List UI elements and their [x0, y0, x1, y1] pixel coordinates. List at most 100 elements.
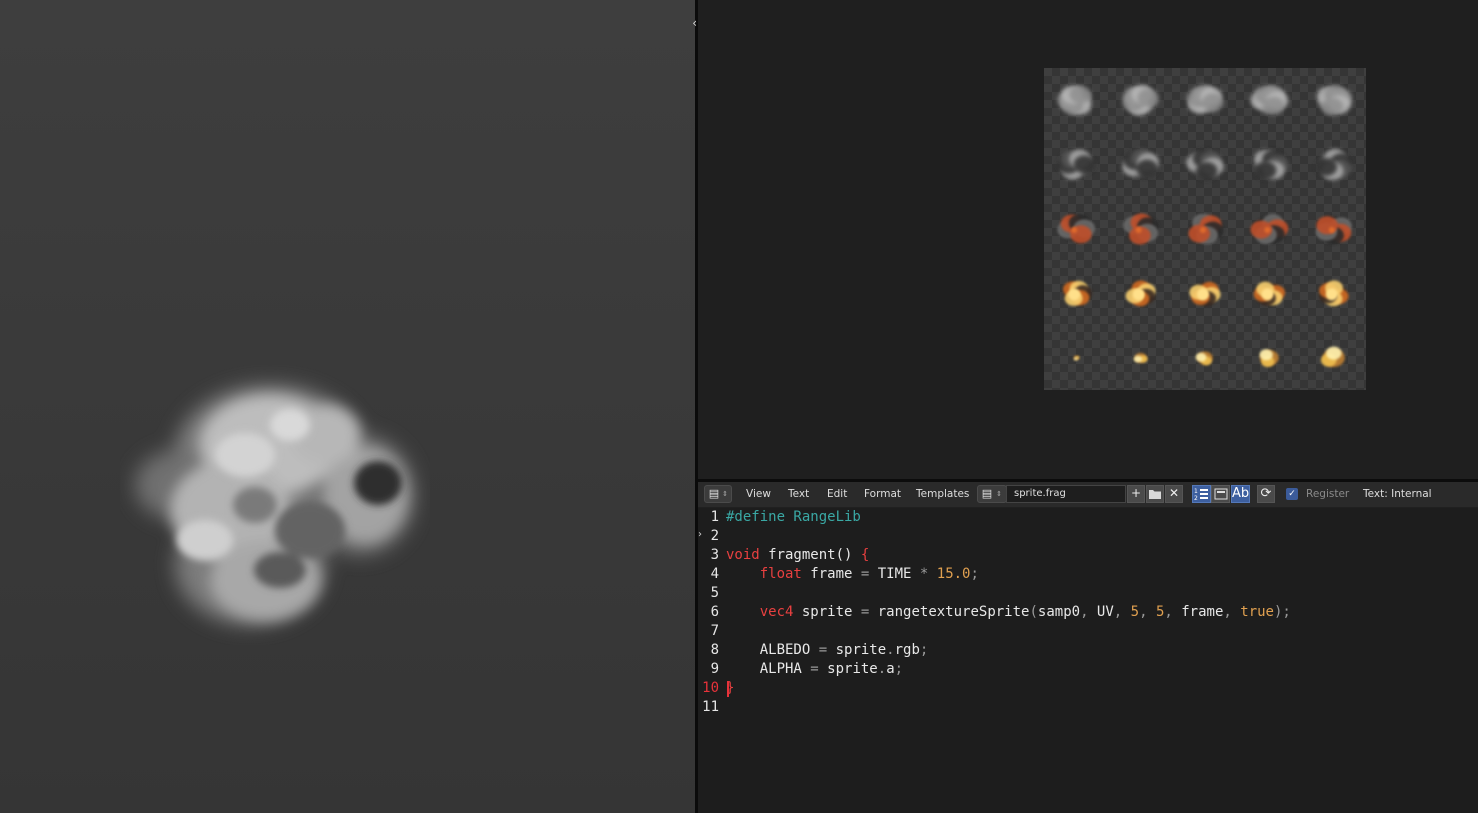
register-label: Register [1306, 488, 1350, 500]
line-number-gutter: 1 2 3 4 5 6 7 8 9 10 11 [698, 508, 720, 813]
code-line-9: ALPHA = sprite.a; [726, 660, 903, 679]
line-number: 7 [710, 623, 719, 639]
sprite-frame [1253, 281, 1286, 306]
code-editor[interactable]: #define RangeLib void fragment() { float… [720, 508, 1478, 813]
sprite-frame [1259, 349, 1279, 368]
number-token: true [1231, 604, 1274, 620]
sprite-frame [1057, 214, 1096, 244]
keyword-token: vec4 [759, 604, 794, 620]
preprocessor-token: #define RangeLib [726, 509, 861, 525]
operator-token: ; [894, 661, 904, 677]
sprite-frame [1250, 85, 1289, 115]
operator-token: ; [919, 642, 929, 658]
text-editor-header: ▤ ⇕ View Text Edit Format Templates ▤ ⇕ … [698, 482, 1478, 508]
document-icon: ▤ [981, 487, 993, 500]
word-wrap-icon [1214, 488, 1227, 500]
svg-text:2: 2 [1194, 495, 1198, 501]
code-line-4: float frame = TIME * 15.0; [726, 565, 979, 584]
code-line-8: ALBEDO = sprite.rgb; [726, 641, 929, 660]
text-browse-button[interactable]: ▤ ⇕ [977, 485, 1007, 503]
unlink-text-button[interactable]: ✕ [1165, 485, 1183, 503]
line-number: 9 [710, 661, 719, 677]
checkmark-icon: ✓ [1288, 489, 1296, 499]
operator-token: , [1223, 604, 1232, 620]
line-number: 11 [702, 699, 719, 715]
chevron-updown-icon: ⇕ [722, 490, 728, 498]
new-text-button[interactable]: + [1127, 485, 1145, 503]
menu-format[interactable]: Format [864, 482, 901, 507]
word-wrap-toggle[interactable] [1211, 485, 1230, 503]
text-status: Text: Internal [1363, 488, 1432, 500]
code-token: fragment() [759, 547, 861, 563]
editor-type-selector[interactable]: ▤ ⇕ [704, 485, 732, 503]
line-number: 6 [710, 604, 719, 620]
code-token: a [886, 661, 895, 677]
operator-token: , [1113, 604, 1123, 620]
sprite-frame [1318, 280, 1349, 307]
sprite-frame [1186, 84, 1224, 114]
sprite-frame [1250, 214, 1289, 244]
line-numbers-toggle[interactable]: 1 2 [1192, 485, 1211, 503]
text-editor-icon: ▤ [708, 487, 720, 500]
code-token: rgb [894, 642, 920, 658]
sprite-sheet-image [1044, 68, 1366, 390]
refresh-icon: ⟳ [1260, 486, 1272, 501]
menu-templates[interactable]: Templates [916, 482, 969, 507]
brace-token: { [860, 547, 870, 563]
text-cursor [727, 681, 729, 697]
menu-text[interactable]: Text [788, 482, 809, 507]
line-number-active: 10 [702, 680, 719, 696]
sprite-frame [1057, 149, 1096, 180]
register-checkbox[interactable]: ✓ [1286, 488, 1298, 500]
smoke-sprite-preview [135, 385, 415, 625]
code-line-6: vec4 sprite = rangetextureSprite(samp0, … [726, 603, 1291, 622]
operator-token: ; [970, 566, 979, 582]
number-token: 5 [1147, 604, 1165, 620]
menu-view[interactable]: View [746, 482, 771, 507]
sprite-frame [1254, 149, 1289, 180]
number-token: 5 [1122, 604, 1140, 620]
line-number: 3 [710, 547, 719, 563]
fold-chevron-icon[interactable]: › [698, 528, 706, 542]
line-number: 8 [710, 642, 719, 658]
menu-edit[interactable]: Edit [827, 482, 847, 507]
code-token: ALPHA [726, 661, 811, 677]
operator-token: , [1080, 604, 1089, 620]
sprite-frame [1063, 280, 1092, 306]
code-line-3: void fragment() { [726, 546, 869, 565]
chevron-updown-icon: ⇕ [996, 490, 1002, 498]
sprite-frame [1125, 280, 1156, 307]
text-name-field[interactable]: sprite.frag [1006, 485, 1126, 503]
close-icon: ✕ [1168, 486, 1180, 500]
code-token: frame [1172, 604, 1224, 620]
operator-token: ); [1274, 604, 1291, 620]
code-token: frame [801, 566, 861, 582]
code-token: ALBEDO [726, 642, 819, 658]
viewport-3d[interactable] [0, 0, 695, 813]
syntax-highlight-toggle[interactable]: Ab [1231, 485, 1250, 503]
number-token: 15.0 [928, 566, 971, 582]
sprite-frame [1320, 346, 1345, 367]
sprite-sheet-frames [1057, 84, 1353, 368]
image-editor[interactable] [698, 0, 1478, 479]
line-numbers-icon: 1 2 [1194, 488, 1208, 502]
open-text-button[interactable] [1146, 485, 1164, 503]
operator-token: ( [1029, 604, 1038, 620]
line-number: 4 [710, 566, 719, 582]
operator-token: , [1164, 604, 1173, 620]
code-line-1: #define RangeLib [726, 508, 861, 527]
live-edit-button[interactable]: ⟳ [1257, 485, 1275, 503]
line-number: 1 [710, 509, 719, 525]
code-token: TIME [869, 566, 920, 582]
sprite-frame [1189, 281, 1221, 307]
folder-icon [1149, 490, 1161, 499]
sprite-frame [1315, 149, 1353, 181]
operator-token: , [1139, 604, 1148, 620]
operator-token: = [818, 642, 828, 658]
sprite-frame [1316, 84, 1353, 116]
sprite-frame [1195, 351, 1213, 366]
operator-token: = [810, 661, 819, 677]
syntax-highlight-icon: Ab [1232, 486, 1250, 501]
